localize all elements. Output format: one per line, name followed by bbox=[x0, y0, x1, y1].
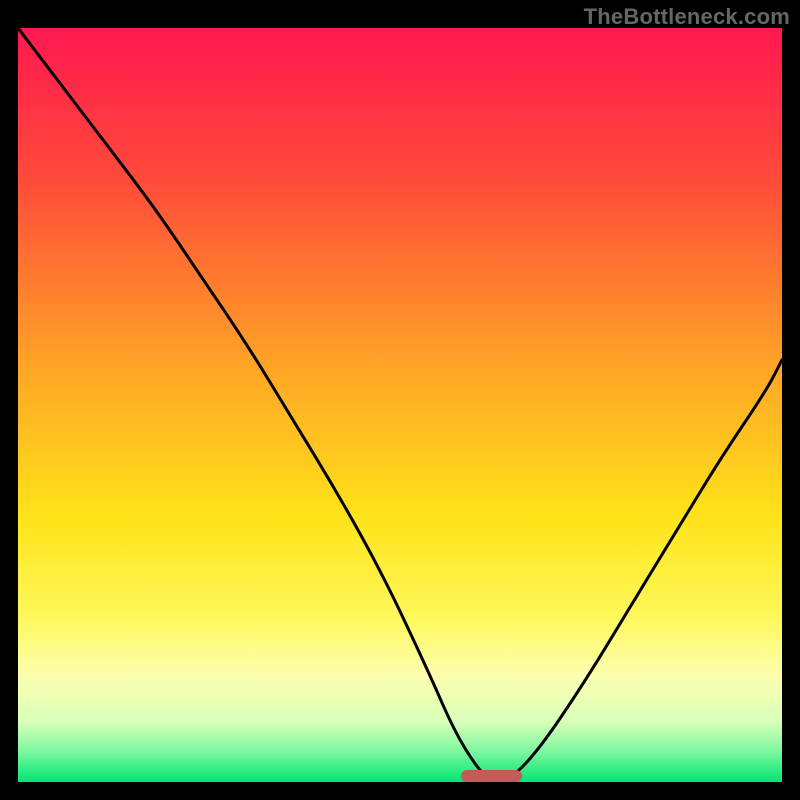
gradient-rect bbox=[18, 28, 782, 782]
chart-frame: TheBottleneck.com bbox=[0, 0, 800, 800]
plot-area bbox=[18, 28, 782, 782]
watermark-text: TheBottleneck.com bbox=[584, 4, 790, 30]
optimal-marker bbox=[461, 770, 522, 782]
plot-svg bbox=[18, 28, 782, 782]
